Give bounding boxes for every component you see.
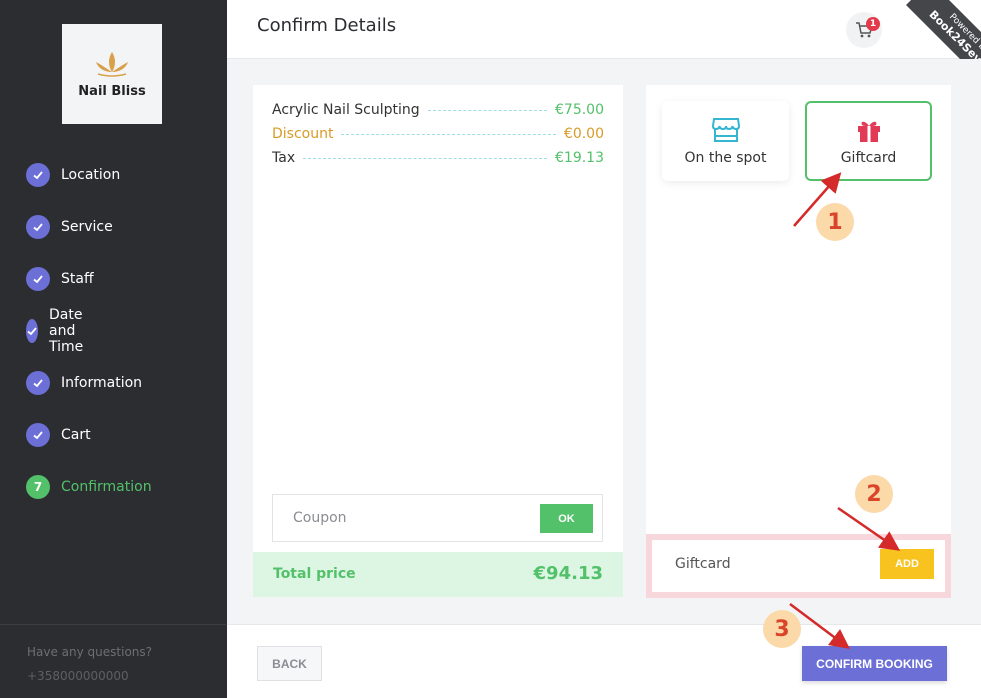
- line-item-name: Tax: [272, 150, 296, 166]
- apply-coupon-button[interactable]: OK: [540, 504, 593, 533]
- step-label: Staff: [61, 271, 94, 287]
- order-summary-panel: Acrylic Nail Sculpting €75.00 Discount €…: [253, 85, 623, 597]
- check-icon: [26, 423, 50, 447]
- coupon-placeholder: Coupon: [293, 510, 347, 526]
- line-item-value: €19.13: [555, 150, 604, 166]
- step-label: Date and Time: [49, 307, 84, 355]
- sidebar: Nail Bliss Location Service Staff Date a…: [0, 0, 227, 698]
- line-item-discount: Discount €0.00: [272, 124, 604, 144]
- page-title: Confirm Details: [257, 15, 397, 36]
- coupon-field[interactable]: Coupon OK: [272, 494, 603, 542]
- step-label: Service: [61, 219, 113, 235]
- store-icon: [711, 118, 740, 142]
- brand-logo: Nail Bliss: [62, 24, 162, 124]
- step-confirmation[interactable]: 7 Confirmation: [26, 474, 152, 500]
- cart-button[interactable]: 1: [846, 12, 882, 48]
- line-item-value: €75.00: [555, 102, 604, 118]
- line-item-tax: Tax €19.13: [272, 148, 604, 168]
- help-question: Have any questions?: [27, 645, 153, 659]
- step-service[interactable]: Service: [26, 214, 113, 240]
- step-number: 7: [26, 475, 50, 499]
- step-date-and-time[interactable]: Date and Time: [26, 307, 95, 355]
- step-cart[interactable]: Cart: [26, 422, 91, 448]
- gift-icon: [857, 121, 880, 142]
- brand-name: Nail Bliss: [78, 83, 146, 99]
- annotation-number-1: 1: [816, 203, 854, 241]
- lotus-icon: [96, 51, 128, 77]
- payment-option-giftcard[interactable]: Giftcard: [805, 101, 932, 181]
- cart-count-badge: 1: [866, 17, 880, 31]
- check-icon: [26, 267, 50, 291]
- step-label: Location: [61, 167, 121, 183]
- annotation-number-2: 2: [855, 475, 893, 513]
- line-item-value: €0.00: [563, 126, 604, 142]
- line-item-name: Discount: [272, 126, 334, 142]
- total-label: Total price: [273, 566, 356, 582]
- payment-panel: On the spot Giftcard Giftcard ADD: [646, 85, 951, 598]
- line-item-service: Acrylic Nail Sculpting €75.00: [272, 100, 604, 120]
- giftcard-field[interactable]: Giftcard: [675, 556, 731, 572]
- check-icon: [26, 371, 50, 395]
- annotation-number-3: 3: [763, 610, 801, 648]
- help-phone[interactable]: +358000000000: [27, 669, 227, 683]
- check-icon: [26, 215, 50, 239]
- total-value: €94.13: [533, 563, 603, 584]
- step-information[interactable]: Information: [26, 370, 142, 396]
- step-location[interactable]: Location: [26, 162, 120, 188]
- dotted-leader: [341, 133, 556, 135]
- sidebar-footer: Have any questions? +358000000000: [0, 624, 227, 683]
- step-staff[interactable]: Staff: [26, 266, 94, 292]
- step-label: Confirmation: [61, 479, 152, 495]
- total-price-bar: Total price €94.13: [253, 552, 623, 597]
- payment-option-label: Giftcard: [840, 150, 897, 166]
- check-icon: [26, 319, 38, 343]
- add-giftcard-button[interactable]: ADD: [880, 549, 934, 579]
- confirm-booking-button[interactable]: CONFIRM BOOKING: [802, 646, 947, 681]
- giftcard-input-area: Giftcard ADD: [646, 534, 951, 598]
- line-item-name: Acrylic Nail Sculpting: [272, 102, 420, 118]
- header: Confirm Details 1 Powered by Book24Seven: [227, 0, 981, 90]
- back-button[interactable]: BACK: [257, 646, 322, 681]
- dotted-leader: [427, 109, 547, 111]
- footer: BACK CONFIRM BOOKING: [227, 624, 981, 698]
- payment-option-label: On the spot: [684, 150, 767, 166]
- dotted-leader: [303, 157, 547, 159]
- main-content: Acrylic Nail Sculpting €75.00 Discount €…: [227, 59, 981, 624]
- check-icon: [26, 163, 50, 187]
- step-label: Information: [61, 375, 143, 391]
- payment-option-on-the-spot[interactable]: On the spot: [662, 101, 789, 181]
- step-label: Cart: [61, 427, 91, 443]
